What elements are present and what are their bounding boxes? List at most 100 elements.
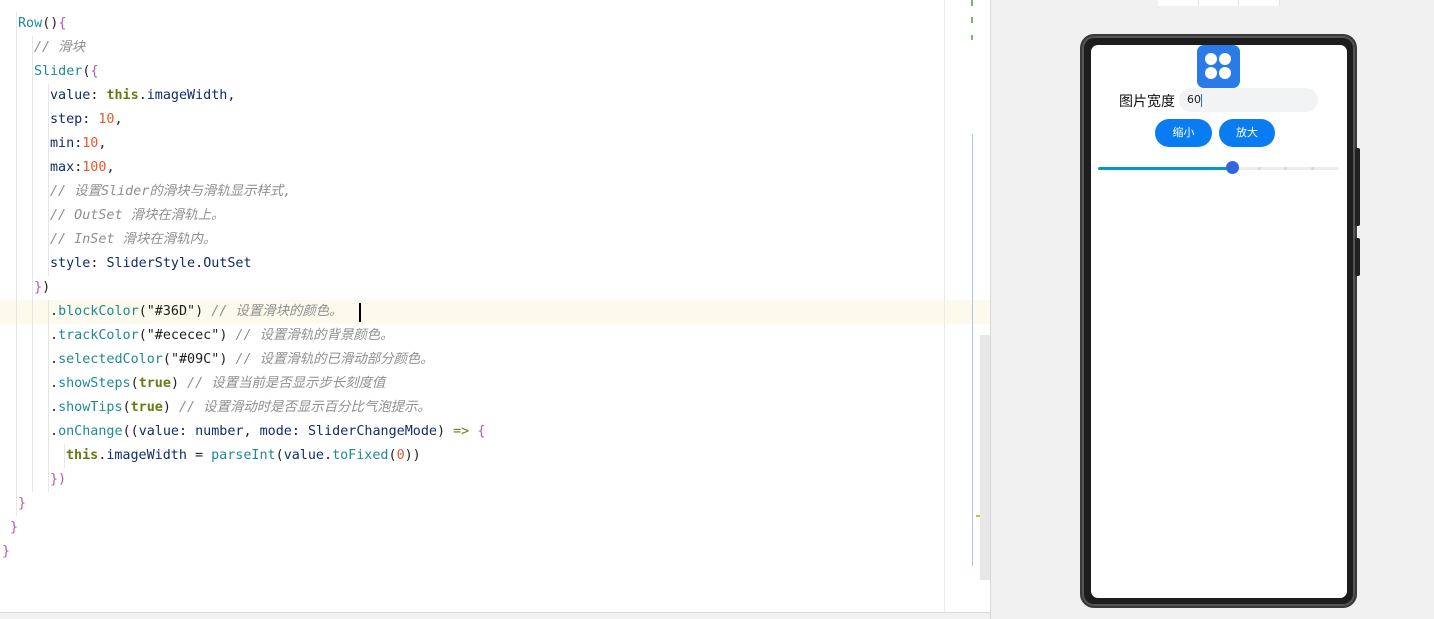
indent-guide — [16, 132, 17, 156]
code-line[interactable]: // OutSet 滑块在滑轨上。 — [0, 204, 990, 228]
code-line[interactable]: } — [0, 492, 990, 516]
code-line[interactable]: }) — [0, 276, 990, 300]
code-token: , — [227, 88, 236, 103]
code-token: ) — [437, 424, 454, 439]
indent-guide — [32, 180, 33, 204]
code-token: true — [130, 400, 163, 415]
indent-guide — [16, 60, 17, 84]
code-line[interactable]: value: this.imageWidth, — [0, 84, 990, 108]
enlarge-button[interactable]: 放大 — [1219, 119, 1275, 147]
indent-guide — [32, 396, 33, 420]
code-token: value — [50, 88, 91, 103]
code-token: { — [477, 424, 486, 439]
code-editor[interactable]: Row(){// 滑块 Slider({value: this.imageWidt… — [0, 0, 990, 619]
preview-toolbar-button[interactable] — [1158, 0, 1199, 6]
code-token: : — [82, 112, 99, 127]
code-token: this — [106, 88, 139, 103]
code-line[interactable]: .blockColor("#36D") // 设置滑块的颜色。 — [0, 300, 990, 324]
slider-step-dot — [1311, 167, 1315, 170]
code-token: imageWidth — [146, 88, 228, 103]
code-line[interactable]: style: SliderStyle.OutSet — [0, 252, 990, 276]
preview-toolbar-button[interactable] — [1198, 0, 1240, 6]
code-token: value — [138, 424, 179, 439]
code-line[interactable]: // InSet 滑块在滑轨内。 — [0, 228, 990, 252]
indent-guide — [16, 204, 17, 228]
code-token: number — [195, 424, 244, 439]
code-text: Row(){ — [18, 12, 66, 36]
editor-right-margin — [944, 0, 945, 612]
code-line[interactable]: .showTips(true) // 设置滑动时是否显示百分比气泡提示。 — [0, 396, 990, 420]
editor-scrollbar[interactable] — [980, 335, 990, 580]
code-line[interactable]: Row(){ — [0, 12, 990, 36]
code-text: }) — [50, 468, 66, 492]
code-token: , — [114, 112, 123, 127]
code-line[interactable]: } — [0, 516, 990, 540]
code-line[interactable]: .onChange((value: number, mode: SliderCh… — [0, 420, 990, 444]
code-token: . — [50, 400, 59, 415]
slider-thumb[interactable] — [1225, 161, 1239, 174]
indent-guide — [32, 468, 33, 492]
code-line[interactable]: // 设置Slider的滑块与滑轨显示样式, — [0, 180, 990, 204]
shrink-button[interactable]: 缩小 — [1155, 119, 1212, 147]
code-line[interactable]: .selectedColor("#09C") // 设置滑轨的已滑动部分颜色。 — [0, 348, 990, 372]
indent-guide — [32, 324, 33, 348]
indent-guide — [16, 276, 17, 300]
code-token: . — [50, 304, 59, 319]
code-text: max:100, — [50, 156, 115, 180]
code-token: // 设置当前是否显示步长刻度值 — [179, 376, 386, 391]
indent-guide — [32, 60, 33, 84]
code-token: Slider — [34, 64, 83, 79]
change-marker — [971, 35, 973, 40]
code-text: // 设置Slider的滑块与滑轨显示样式, — [50, 180, 291, 204]
indent-guide — [48, 108, 49, 132]
indent-guide — [16, 108, 17, 132]
code-token: ( — [275, 448, 284, 463]
code-token: : — [90, 256, 107, 271]
preview-toolbar-button[interactable] — [1239, 0, 1281, 6]
indent-guide — [16, 372, 17, 396]
preview-toolbar — [1158, 0, 1281, 6]
slider-step-dot — [1284, 167, 1288, 170]
indent-guide — [16, 444, 17, 468]
code-token: 10 — [82, 136, 99, 151]
code-line[interactable]: .showSteps(true) // 设置当前是否显示步长刻度值 — [0, 372, 990, 396]
code-line[interactable]: Slider({ — [0, 60, 990, 84]
code-token: // 设置滑块的颜色。 — [203, 304, 343, 319]
code-token: ) — [162, 400, 171, 415]
code-token: , — [243, 424, 260, 439]
indent-guide — [48, 348, 49, 372]
code-line[interactable]: // 滑块 — [0, 36, 990, 60]
code-line[interactable]: }) — [0, 468, 990, 492]
code-token: step — [50, 112, 83, 127]
indent-guide — [16, 324, 17, 348]
code-token: // 设置滑动时是否显示百分比气泡提示。 — [170, 400, 431, 415]
image-width-label: 图片宽度 — [1119, 94, 1175, 110]
image-width-slider[interactable] — [1098, 167, 1339, 170]
code-token: , — [98, 136, 107, 151]
code-text: .showTips(true) // 设置滑动时是否显示百分比气泡提示。 — [50, 396, 431, 420]
code-token: "#09C" — [170, 352, 220, 367]
code-token: , — [106, 160, 115, 175]
code-token: : — [90, 88, 107, 103]
code-line[interactable]: step: 10, — [0, 108, 990, 132]
code-text: .onChange((value: number, mode: SliderCh… — [50, 420, 485, 444]
code-text: style: SliderStyle.OutSet — [50, 252, 252, 276]
code-text: // InSet 滑块在滑轨内。 — [50, 228, 216, 252]
indent-guide — [48, 252, 49, 276]
code-line[interactable]: min:10, — [0, 132, 990, 156]
indent-guide — [64, 444, 65, 468]
indent-guide — [16, 300, 17, 324]
indent-guide — [16, 348, 17, 372]
code-token: // 设置Slider的滑块与滑轨显示样式, — [50, 184, 292, 199]
code-token: parseInt — [211, 448, 276, 463]
indent-guide — [16, 180, 17, 204]
code-line[interactable]: max:100, — [0, 156, 990, 180]
code-token: . — [195, 256, 204, 271]
code-text: } — [18, 492, 26, 516]
code-text: .showSteps(true) // 设置当前是否显示步长刻度值 — [50, 372, 385, 396]
image-width-input[interactable]: 60 — [1179, 88, 1318, 112]
code-line[interactable]: .trackColor("#ececec") // 设置滑轨的背景颜色。 — [0, 324, 990, 348]
code-token: this — [66, 448, 99, 463]
code-line[interactable]: this.imageWidth = parseInt(value.toFixed… — [0, 444, 990, 468]
code-line[interactable]: } — [0, 540, 990, 564]
